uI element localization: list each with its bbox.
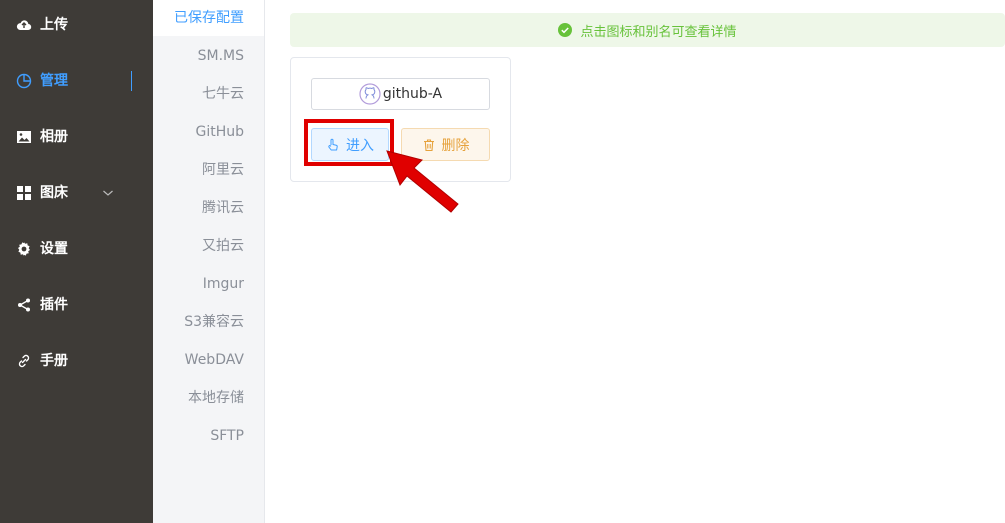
sidebar-item-settings[interactable]: 设置 [0, 229, 153, 269]
link-icon [18, 354, 30, 368]
sidebar-item-picbed[interactable]: 图床 [0, 173, 153, 213]
subnav-item-s3[interactable]: S3兼容云 [184, 313, 244, 331]
gear-icon [18, 242, 30, 256]
sidebar-item-label: 手册 [40, 353, 68, 369]
sidebar-item-upload[interactable]: 上传 [0, 5, 153, 45]
sidebar-item-plugins[interactable]: 插件 [0, 285, 153, 325]
cloud-upload-icon [16, 20, 32, 31]
config-alias-text[interactable]: github-A [383, 86, 442, 102]
sidebar-item-label: 管理 [40, 73, 68, 89]
info-notice: 点击图标和别名可查看详情 [290, 13, 1005, 47]
subnav-item-saved-config[interactable]: 已保存配置 [174, 9, 244, 27]
sidebar-item-manage[interactable]: 管理 [0, 61, 153, 101]
sidebar-item-label: 图床 [40, 185, 68, 201]
sidebar-item-label: 上传 [40, 17, 68, 33]
subnav-item-local[interactable]: 本地存储 [188, 389, 244, 407]
config-alias[interactable]: github-A [311, 78, 490, 110]
sidebar-item-label: 插件 [40, 297, 68, 313]
sidebar: 上传 管理 相册 图床 设置 插件 手册 [0, 0, 153, 523]
pie-chart-icon [16, 73, 32, 89]
chevron-down-icon [103, 190, 113, 196]
share-icon [18, 298, 30, 312]
active-indicator [131, 71, 132, 91]
subnav-item-github[interactable]: GitHub [195, 123, 244, 141]
notice-text: 点击图标和别名可查看详情 [580, 24, 737, 40]
grid-icon [17, 186, 31, 200]
highlight-box [304, 119, 394, 166]
sidebar-item-label: 设置 [40, 241, 68, 257]
subnav-item-smms[interactable]: SM.MS [198, 47, 244, 65]
sidebar-item-manual[interactable]: 手册 [0, 341, 153, 381]
github-icon[interactable] [359, 83, 381, 105]
sidebar-item-album[interactable]: 相册 [0, 117, 153, 157]
subnav-item-webdav[interactable]: WebDAV [185, 351, 244, 369]
check-circle-icon [558, 23, 573, 37]
picture-icon [17, 131, 31, 143]
subnav-item-aliyun[interactable]: 阿里云 [202, 161, 244, 179]
subnav-item-upyun[interactable]: 又拍云 [202, 237, 244, 255]
subnav-item-tencent[interactable]: 腾讯云 [202, 199, 244, 217]
subnav-item-sftp[interactable]: SFTP [210, 427, 244, 445]
picbed-subnav: 已保存配置 SM.MS 七牛云 GitHub 阿里云 腾讯云 又拍云 Imgur… [153, 0, 265, 523]
sidebar-item-label: 相册 [40, 129, 68, 145]
red-arrow-annotation [386, 150, 459, 213]
subnav-item-imgur[interactable]: Imgur [203, 275, 244, 293]
subnav-item-qiniu[interactable]: 七牛云 [202, 85, 244, 103]
